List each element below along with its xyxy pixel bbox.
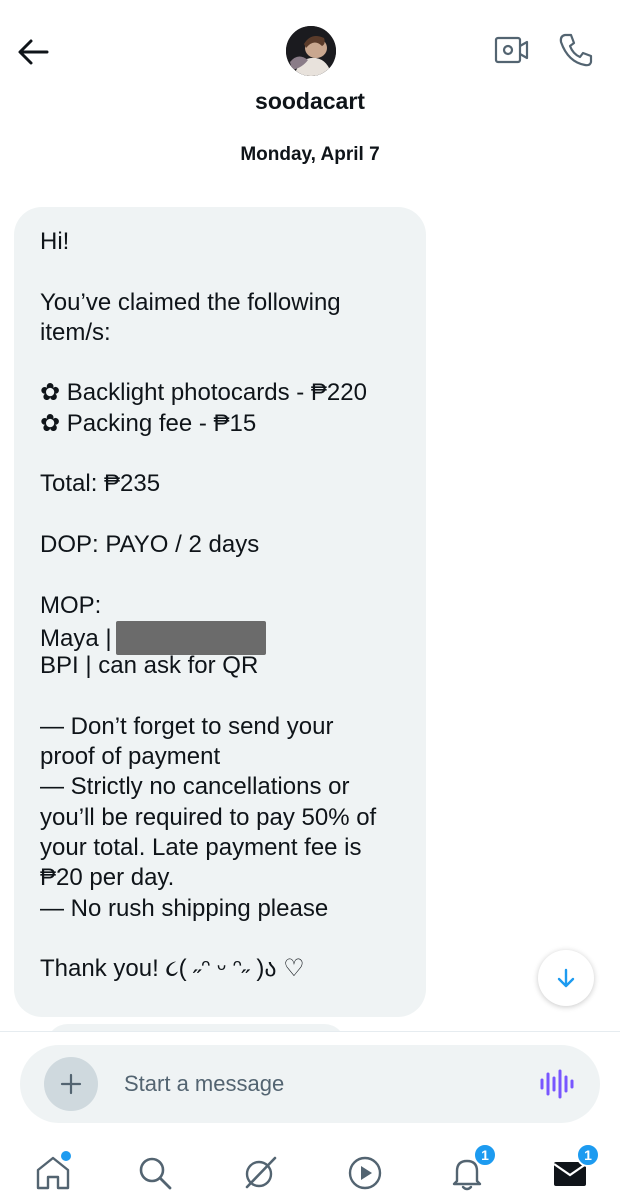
avatar[interactable]	[286, 26, 336, 76]
message-line: BPI | can ask for QR	[40, 652, 259, 680]
tab-home[interactable]	[31, 1151, 75, 1195]
plus-icon	[60, 1073, 82, 1095]
play-icon	[348, 1156, 382, 1190]
message-line: DOP: PAYO / 2 days	[40, 530, 260, 558]
message-input[interactable]	[124, 1065, 504, 1103]
message-line: ₱20 per day.	[40, 864, 175, 892]
tab-notifications[interactable]: 1	[445, 1143, 497, 1195]
message-line-text: Maya |	[40, 624, 112, 652]
grok-icon	[245, 1156, 277, 1189]
tab-messages[interactable]: 1	[548, 1143, 600, 1195]
message-line: MOP:	[40, 591, 102, 619]
scroll-to-bottom-button[interactable]	[538, 950, 594, 1006]
message-line: Total: ₱235	[40, 470, 161, 498]
message-line: — Don’t forget to send your	[40, 712, 334, 740]
message-line: Hi!	[40, 228, 70, 255]
message-line: You’ve claimed the following	[40, 288, 341, 316]
back-arrow-icon	[18, 39, 49, 65]
message-line: proof of payment	[40, 743, 221, 771]
message-line: ✿ Backlight photocards - ₱220	[40, 379, 367, 407]
composer-box	[20, 1045, 600, 1123]
back-button[interactable]	[14, 34, 52, 70]
audio-wave-icon	[540, 1069, 574, 1099]
message-line: you’ll be required to pay 50% of	[40, 803, 377, 831]
voice-message-button[interactable]	[536, 1067, 576, 1101]
bottom-tab-bar: 1 1	[0, 1137, 620, 1200]
tab-grok[interactable]	[238, 1151, 282, 1195]
conversation-username[interactable]: soodacart	[0, 88, 620, 115]
search-icon	[139, 1157, 172, 1190]
message-bubble[interactable]: Hi! You’ve claimed the following item/s:…	[14, 207, 426, 1017]
message-line: your total. Late payment fee is	[40, 833, 362, 861]
message-composer	[0, 1032, 620, 1137]
redacted-block	[115, 620, 266, 655]
tab-search[interactable]	[133, 1151, 177, 1195]
tab-video[interactable]	[343, 1151, 387, 1195]
voice-call-button[interactable]	[556, 30, 596, 70]
video-call-button[interactable]	[494, 34, 530, 66]
date-separator: Monday, April 7	[240, 144, 380, 165]
conversation-header: soodacart	[0, 0, 620, 130]
messages-badge: 1	[576, 1143, 600, 1167]
add-media-button[interactable]	[44, 1057, 98, 1111]
avatar-image	[286, 26, 336, 76]
arrow-down-icon	[557, 968, 575, 988]
message-line: item/s:	[40, 318, 111, 346]
message-line: — Strictly no cancellations or	[40, 773, 350, 801]
message-line: ✿ Packing fee - ₱15	[40, 409, 257, 437]
home-unread-dot	[61, 1151, 71, 1161]
message-line-maya: Maya |	[40, 620, 400, 655]
message-line: — No rush shipping please	[40, 894, 329, 922]
video-camera-icon	[494, 36, 529, 64]
notifications-badge: 1	[473, 1143, 497, 1167]
phone-icon	[559, 33, 593, 67]
message-line: Thank you! ૮( ˶ᵔ ᵕ ᵔ˶ )ა ♡	[40, 955, 305, 983]
